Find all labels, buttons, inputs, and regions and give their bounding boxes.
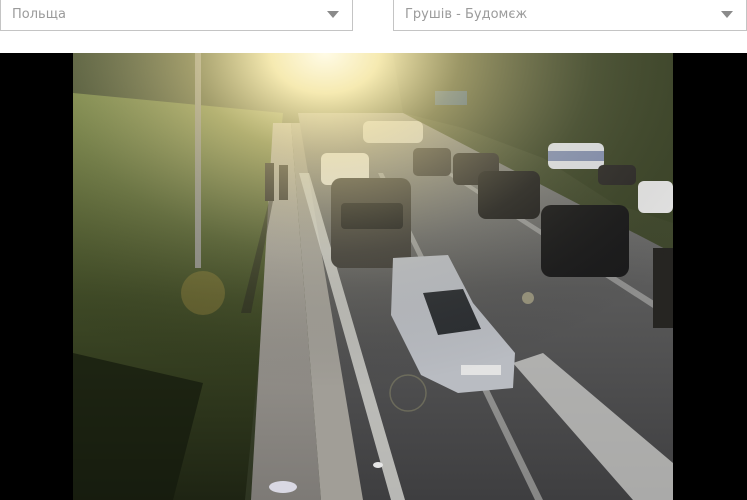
camera-feed-image	[73, 53, 673, 500]
crossing-select-value: Грушів - Будомєж	[405, 7, 528, 22]
camera-viewer	[0, 53, 747, 500]
chevron-down-icon[interactable]	[721, 11, 733, 18]
country-select-value: Польща	[12, 7, 66, 22]
country-select[interactable]: Польща	[0, 0, 353, 31]
chevron-down-icon[interactable]	[327, 11, 339, 18]
crossing-select[interactable]: Грушів - Будомєж	[393, 0, 747, 31]
